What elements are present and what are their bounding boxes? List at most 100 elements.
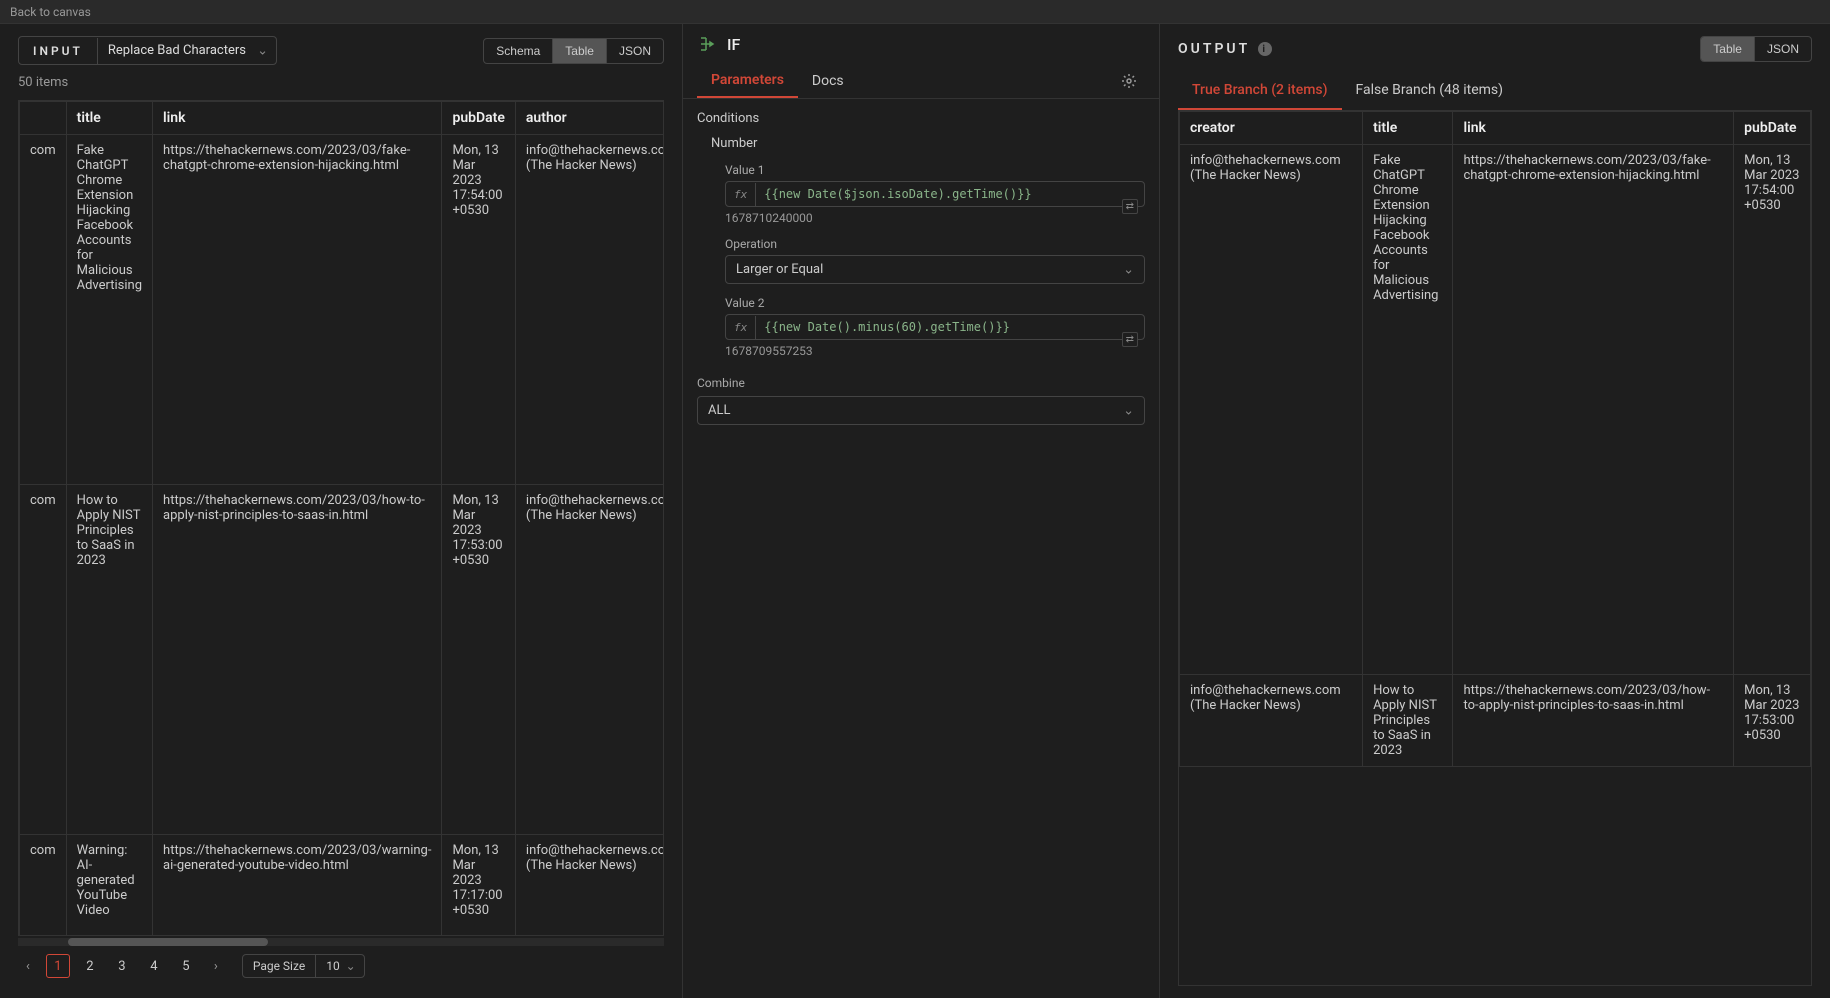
gear-icon[interactable]	[1113, 65, 1145, 97]
table-row[interactable]: com Warning: AI-generated YouTube Video …	[20, 835, 664, 936]
number-label: Number	[697, 136, 1145, 151]
table-button[interactable]: Table	[553, 39, 607, 63]
col-title: title	[66, 102, 152, 135]
combine-label: Combine	[697, 376, 1145, 390]
if-node-icon	[697, 34, 717, 54]
page-size-selector[interactable]: Page Size 10 ⌄	[242, 954, 365, 978]
cell-link: https://thehackernews.com/2023/03/warnin…	[153, 835, 442, 936]
node-header: IF	[683, 24, 1159, 64]
col-creator: creator	[1180, 112, 1363, 145]
cell-pubdate: Mon, 13 Mar 2023 17:54:00 +0530	[442, 135, 515, 485]
col-pre	[20, 102, 67, 135]
value1-result: 1678710240000	[697, 207, 1145, 225]
cell-pubdate: Mon, 13 Mar 2023 17:53:00 +0530	[442, 485, 515, 835]
cell-creator: info@thehackernews.com (The Hacker News)	[1180, 675, 1363, 767]
back-to-canvas[interactable]: Back to canvas	[10, 5, 91, 19]
cell-link: https://thehackernews.com/2023/03/how-to…	[153, 485, 442, 835]
chevron-down-icon: ⌄	[1123, 262, 1134, 277]
value2-input[interactable]: fx {{new Date().minus(60).getTime()}} ⇄	[725, 314, 1145, 340]
output-table: creator title link pubDate info@thehacke…	[1178, 111, 1812, 986]
operation-label: Operation	[697, 237, 1145, 251]
chevron-down-icon: ⌄	[1123, 403, 1134, 418]
schema-button[interactable]: Schema	[484, 39, 553, 63]
input-table: title link pubDate author com Fake ChatG…	[18, 100, 664, 936]
output-header: OUTPUT i Table JSON	[1178, 36, 1812, 62]
cell-title: Fake ChatGPT Chrome Extension Hijacking …	[66, 135, 152, 485]
cell-pubdate: Mon, 13 Mar 2023 17:17:00 +0530	[442, 835, 515, 936]
main-layout: INPUT Replace Bad Characters ⌄ Schema Ta…	[0, 24, 1830, 998]
value1-expr: {{new Date($json.isoDate).getTime()}}	[756, 182, 1144, 206]
input-table-scroll[interactable]: title link pubDate author com Fake ChatG…	[19, 101, 663, 935]
value2-expr: {{new Date().minus(60).getTime()}}	[756, 315, 1144, 339]
input-node-selector[interactable]: INPUT Replace Bad Characters ⌄	[18, 36, 277, 65]
page-5[interactable]: 5	[174, 954, 198, 978]
input-view-toggle: Schema Table JSON	[483, 38, 664, 64]
input-node-name: Replace Bad Characters ⌄	[98, 37, 276, 64]
cell-link: https://thehackernews.com/2023/03/how-to…	[1453, 675, 1734, 767]
hscrollbar-thumb[interactable]	[68, 938, 268, 946]
page-1[interactable]: 1	[46, 954, 70, 978]
cell-pre: com	[20, 485, 67, 835]
col-link: link	[1453, 112, 1734, 145]
page-size-value: 10 ⌄	[316, 955, 364, 977]
page-2[interactable]: 2	[78, 954, 102, 978]
hscrollbar[interactable]	[18, 938, 664, 946]
output-view-toggle: Table JSON	[1700, 36, 1812, 62]
value1-label: Value 1	[697, 163, 1145, 177]
tab-true-branch[interactable]: True Branch (2 items)	[1178, 72, 1342, 110]
page-prev[interactable]: ‹	[18, 955, 38, 978]
node-title: IF	[727, 35, 740, 54]
col-title: title	[1363, 112, 1453, 145]
tab-docs[interactable]: Docs	[798, 65, 858, 97]
tab-parameters[interactable]: Parameters	[697, 64, 798, 98]
output-panel: OUTPUT i Table JSON True Branch (2 items…	[1160, 24, 1830, 998]
page-4[interactable]: 4	[142, 954, 166, 978]
input-badge: INPUT	[19, 38, 98, 64]
fx-prefix: fx	[726, 316, 756, 339]
json-button[interactable]: JSON	[607, 39, 663, 63]
table-row: info@thehackernews.com (The Hacker News)…	[1180, 675, 1811, 767]
cell-title: How to Apply NIST Principles to SaaS in …	[66, 485, 152, 835]
info-icon[interactable]: i	[1258, 42, 1272, 56]
json-button[interactable]: JSON	[1755, 37, 1811, 61]
expr-toggle-icon[interactable]: ⇄	[1122, 332, 1138, 347]
table-header-row: title link pubDate author	[20, 102, 664, 135]
input-items-count: 50 items	[18, 75, 664, 90]
cell-title: Warning: AI-generated YouTube Video	[66, 835, 152, 936]
top-bar: Back to canvas	[0, 0, 1830, 24]
operation-select[interactable]: Larger or Equal ⌄	[725, 255, 1145, 284]
output-table-scroll[interactable]: creator title link pubDate info@thehacke…	[1179, 111, 1811, 985]
fx-prefix: fx	[726, 183, 756, 206]
table-row[interactable]: com Fake ChatGPT Chrome Extension Hijack…	[20, 135, 664, 485]
table-header-row: creator title link pubDate	[1180, 112, 1811, 145]
tab-false-branch[interactable]: False Branch (48 items)	[1342, 72, 1518, 110]
cell-creator: info@thehackernews.com (The Hacker News)	[1180, 145, 1363, 675]
value1-input[interactable]: fx {{new Date($json.isoDate).getTime()}}…	[725, 181, 1145, 207]
chevron-down-icon: ⌄	[346, 959, 356, 973]
page-size-label: Page Size	[243, 955, 316, 977]
value2-label: Value 2	[697, 296, 1145, 310]
expr-toggle-icon[interactable]: ⇄	[1122, 199, 1138, 214]
combine-select[interactable]: ALL ⌄	[697, 396, 1145, 425]
cell-author: info@thehackernews.com (The Hacker News)	[515, 485, 663, 835]
page-3[interactable]: 3	[110, 954, 134, 978]
cell-link: https://thehackernews.com/2023/03/fake-c…	[1453, 145, 1734, 675]
table-button[interactable]: Table	[1701, 37, 1755, 61]
table-row[interactable]: info@thehackernews.com (The Hacker News)…	[1180, 145, 1811, 675]
node-tabs: Parameters Docs	[683, 64, 1159, 99]
output-badge: OUTPUT i	[1178, 41, 1272, 57]
col-pubdate: pubDate	[1734, 112, 1811, 145]
cell-pre: com	[20, 135, 67, 485]
col-link: link	[153, 102, 442, 135]
cell-author: info@thehackernews.com (The Hacker News)	[515, 835, 663, 936]
cell-pubdate: Mon, 13 Mar 2023 17:54:00 +0530	[1734, 145, 1811, 675]
cell-author: info@thehackernews.com (The Hacker News)	[515, 135, 663, 485]
cell-pre: com	[20, 835, 67, 936]
value2-result: 1678709557253	[697, 340, 1145, 358]
page-next[interactable]: ›	[206, 955, 226, 978]
cell-pubdate: Mon, 13 Mar 2023 17:53:00 +0530	[1734, 675, 1811, 767]
cell-link: https://thehackernews.com/2023/03/fake-c…	[153, 135, 442, 485]
center-panel: IF Parameters Docs Conditions Number Val…	[682, 24, 1160, 998]
table-row[interactable]: com How to Apply NIST Principles to SaaS…	[20, 485, 664, 835]
chevron-down-icon: ⌄	[257, 43, 268, 58]
